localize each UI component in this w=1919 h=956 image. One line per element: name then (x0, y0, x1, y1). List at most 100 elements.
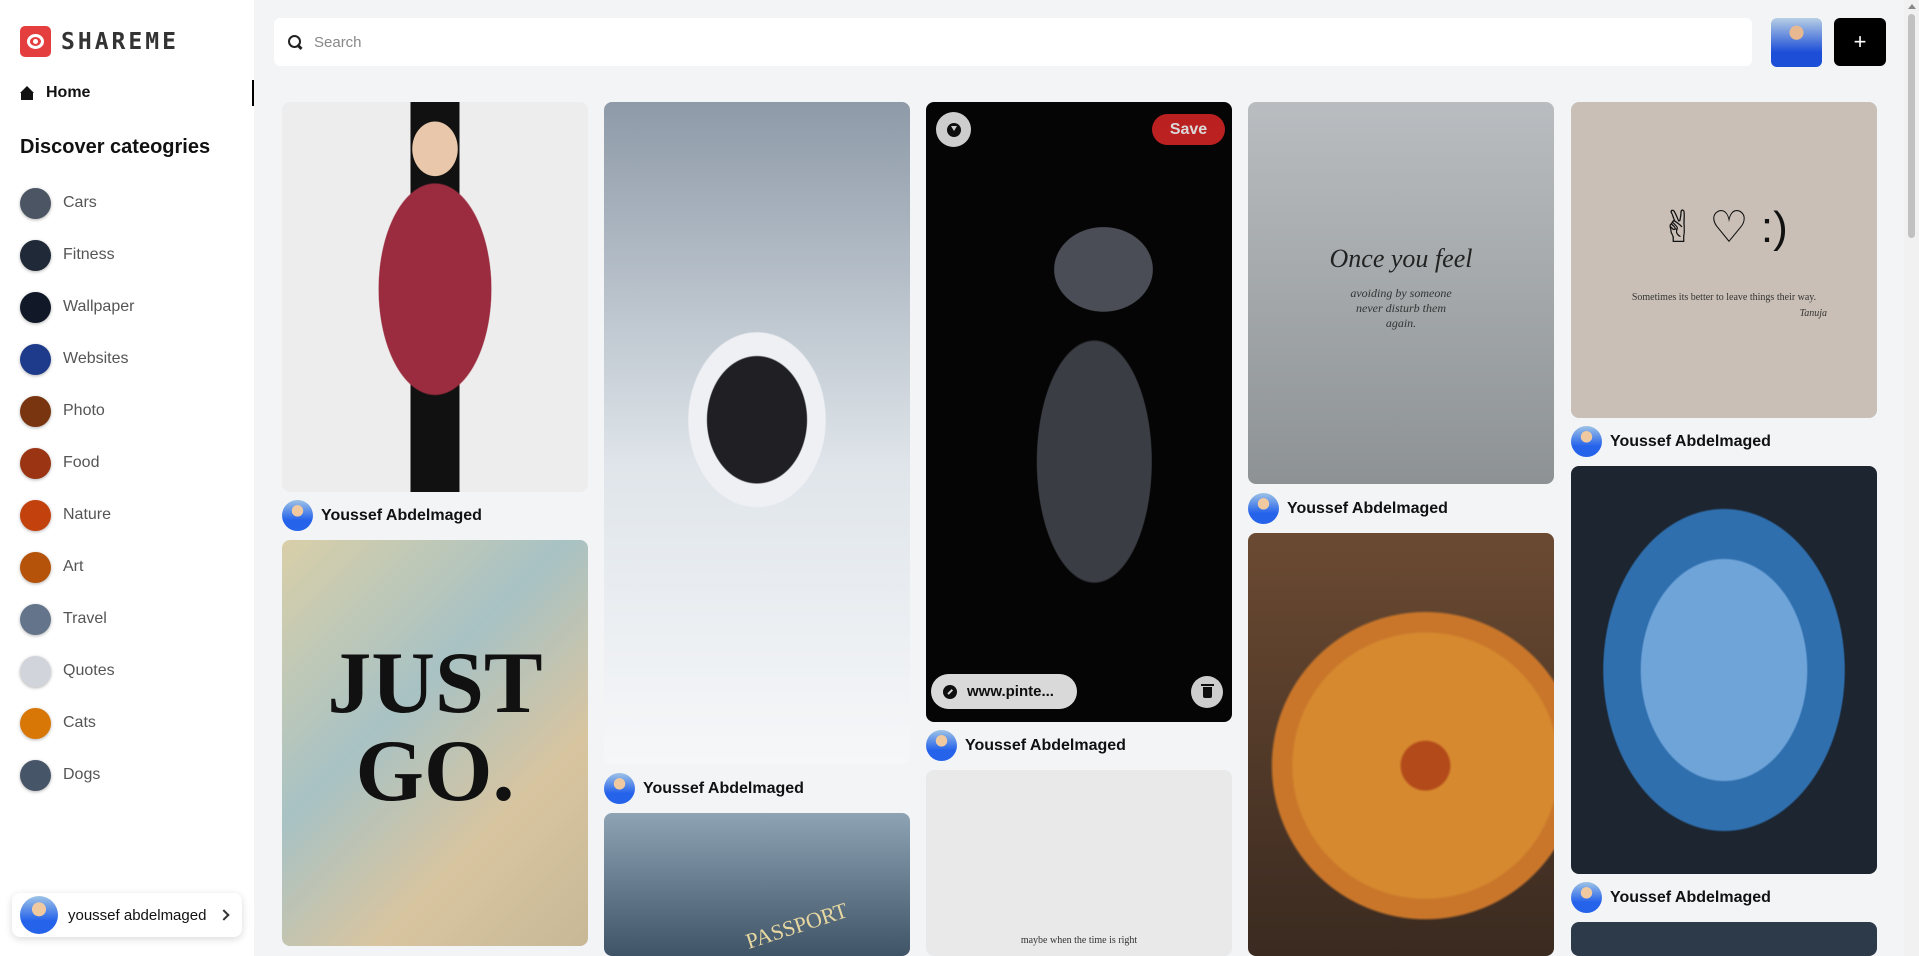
category-item-art[interactable]: Art (20, 541, 134, 593)
pin-author[interactable]: Youssef Abdelmaged (604, 773, 804, 804)
pin-image-quote[interactable]: maybe when the time is right (926, 770, 1232, 956)
category-item-websites[interactable]: Websites (20, 333, 134, 385)
pin-author[interactable]: Youssef Abdelmaged (926, 730, 1126, 761)
user-profile-link[interactable]: youssef abdelmaged (12, 893, 242, 937)
category-item-cars[interactable]: Cars (20, 177, 134, 229)
category-label: Dogs (63, 766, 101, 783)
avatar (20, 896, 58, 934)
category-item-wallpaper[interactable]: Wallpaper (20, 281, 134, 333)
pin-author-name: Youssef Abdelmaged (1610, 432, 1771, 450)
pin-image-peace-heart[interactable]: ✌ ♡ :) Sometimes its better to leave thi… (1571, 102, 1877, 418)
search-input[interactable] (314, 33, 1714, 51)
category-label: Wallpaper (63, 298, 135, 315)
sidebar: SHAREME Home Discover cateogries Cars Fi… (0, 0, 254, 956)
category-item-nature[interactable]: Nature (20, 489, 134, 541)
pin-author[interactable]: Youssef Abdelmaged (1248, 493, 1448, 524)
add-pin-button[interactable]: + (1834, 18, 1886, 66)
category-thumb (20, 343, 51, 375)
download-button[interactable] (936, 112, 971, 147)
category-label: Cars (63, 194, 97, 211)
category-label: Quotes (63, 662, 115, 679)
pin-image-just-go[interactable]: JUST GO. (282, 540, 588, 946)
trash-icon (1200, 683, 1214, 698)
category-thumb (20, 395, 51, 427)
category-item-fitness[interactable]: Fitness (20, 229, 134, 281)
logo-text: SHAREME (61, 28, 179, 55)
avatar (604, 773, 635, 804)
avatar (926, 730, 957, 761)
pin-author[interactable]: Youssef Abdelmaged (282, 500, 482, 531)
category-label: Travel (63, 610, 107, 627)
user-name: youssef abdelmaged (68, 906, 207, 924)
pin-image-husky[interactable] (604, 102, 910, 764)
category-item-photo[interactable]: Photo (20, 385, 134, 437)
camera-icon (20, 26, 51, 57)
pin-image-text: JUST GO. (327, 635, 543, 820)
category-thumb (20, 707, 51, 739)
category-thumb (20, 239, 51, 271)
pin-image-passport[interactable]: PASSPORT (604, 813, 910, 956)
delete-button[interactable] (1191, 676, 1223, 708)
pin-image-text: PASSPORT (742, 897, 851, 954)
destination-link[interactable]: www.pinte... (931, 674, 1077, 709)
search-icon (288, 35, 302, 49)
category-label: Photo (63, 402, 105, 419)
arrow-up-right-icon (943, 684, 957, 699)
user-avatar-button[interactable] (1771, 18, 1822, 67)
pin-author-name: Youssef Abdelmaged (1610, 888, 1771, 906)
download-icon (946, 122, 961, 137)
pin-image-jacket[interactable] (282, 102, 588, 492)
pin-image-cat[interactable]: Save www.pinte... (926, 102, 1232, 722)
category-label: Art (63, 558, 84, 575)
category-label: Fitness (63, 246, 115, 263)
category-label: Websites (63, 350, 129, 367)
pin-image-once-you-feel[interactable]: Once you feel avoiding by someone never … (1248, 102, 1554, 484)
category-thumb (20, 551, 51, 583)
pin-image[interactable] (1571, 922, 1877, 956)
avatar (1571, 882, 1602, 913)
category-label: Cats (63, 714, 96, 731)
category-thumb (20, 187, 51, 219)
pin-image-signature: Tanuja (1799, 308, 1827, 319)
pin-image-text: Once you feel (1329, 244, 1473, 273)
page-scrollbar[interactable] (1904, 0, 1919, 956)
home-icon (20, 86, 34, 100)
category-item-quotes[interactable]: Quotes (20, 645, 134, 697)
scrollbar-thumb[interactable] (1908, 14, 1915, 238)
pin-author-name: Youssef Abdelmaged (643, 779, 804, 797)
pin-author[interactable]: Youssef Abdelmaged (1571, 882, 1771, 913)
pin-image-text: Sometimes its better to leave things the… (1631, 292, 1817, 303)
pin-author-name: Youssef Abdelmaged (965, 736, 1126, 754)
pin-author-name: Youssef Abdelmaged (1287, 499, 1448, 517)
pin-image-icons: ✌ ♡ :) (1660, 203, 1788, 252)
scroll-up-arrow-icon[interactable] (1908, 4, 1916, 9)
avatar (1248, 493, 1279, 524)
avatar (1571, 426, 1602, 457)
category-item-dogs[interactable]: Dogs (20, 749, 134, 801)
search-bar (274, 18, 1752, 66)
category-thumb (20, 291, 51, 323)
pin-image-subtext: avoiding by someone never disturb them a… (1350, 286, 1452, 330)
category-item-food[interactable]: Food (20, 437, 134, 489)
avatar (282, 500, 313, 531)
pin-author[interactable]: Youssef Abdelmaged (1571, 426, 1771, 457)
category-label: Food (63, 454, 100, 471)
nav-home[interactable]: Home (20, 80, 254, 106)
category-thumb (20, 759, 51, 791)
app-logo[interactable]: SHAREME (20, 26, 179, 57)
pin-image-text: maybe when the time is right (1020, 935, 1138, 946)
category-item-travel[interactable]: Travel (20, 593, 134, 645)
category-thumb (20, 499, 51, 531)
nav-home-label: Home (46, 84, 91, 101)
category-thumb (20, 447, 51, 479)
pin-image-pizza[interactable] (1248, 533, 1554, 956)
categories-heading: Discover cateogries (20, 136, 211, 158)
category-item-cats[interactable]: Cats (20, 697, 134, 749)
pin-image-plane-window[interactable] (1571, 466, 1877, 874)
chevron-right-icon (218, 909, 230, 921)
pin-author-name: Youssef Abdelmaged (321, 506, 482, 524)
category-thumb (20, 655, 51, 687)
category-label: Nature (63, 506, 112, 523)
save-button[interactable]: Save (1152, 114, 1225, 145)
destination-link-label: www.pinte... (967, 683, 1054, 700)
